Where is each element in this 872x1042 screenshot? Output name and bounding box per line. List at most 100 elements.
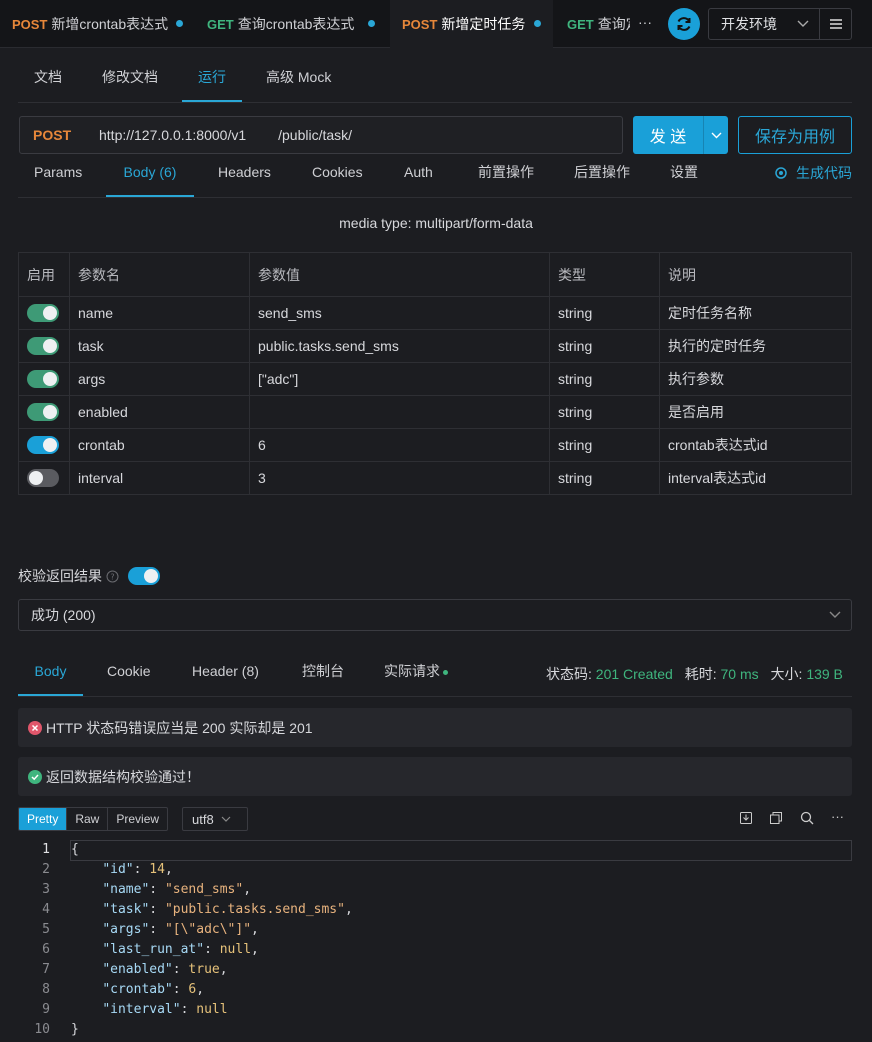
request-tab[interactable]: POST 新增crontab表达式 xyxy=(0,0,190,48)
validate-row: 校验返回结果 ? xyxy=(18,566,160,586)
param-name[interactable]: args xyxy=(69,362,250,396)
param-value[interactable]: send_sms xyxy=(249,296,550,330)
param-value[interactable]: public.tasks.send_sms xyxy=(249,329,550,363)
table-row: task public.tasks.send_sms string 执行的定时任… xyxy=(18,329,852,363)
view-raw-button[interactable]: Raw xyxy=(67,808,109,830)
enable-toggle[interactable] xyxy=(27,304,59,323)
tab-method: POST xyxy=(12,16,48,32)
time-label: 耗时: xyxy=(684,666,717,682)
request-tab-active[interactable]: POST 新增定时任务 xyxy=(390,0,553,48)
param-value[interactable]: 6 xyxy=(249,428,550,462)
param-desc[interactable]: 是否启用 xyxy=(659,395,852,429)
chevron-down-icon xyxy=(797,20,809,27)
response-tab-actual-request[interactable]: 实际请求 xyxy=(384,650,448,696)
enable-toggle[interactable] xyxy=(27,337,59,356)
svg-text:?: ? xyxy=(110,572,114,581)
enable-toggle[interactable] xyxy=(27,370,59,389)
param-name[interactable]: crontab xyxy=(69,428,250,462)
response-case-select[interactable]: 成功 (200) xyxy=(18,599,852,631)
request-tab[interactable]: GET 查询crontab表达式 xyxy=(195,0,387,48)
help-icon[interactable]: ? xyxy=(106,570,119,583)
validate-toggle[interactable] xyxy=(128,567,160,585)
sync-icon[interactable] xyxy=(668,8,700,40)
tab-params[interactable]: Params xyxy=(34,155,82,197)
chevron-down-icon xyxy=(221,816,231,822)
method-select[interactable]: POST xyxy=(33,127,99,143)
search-icon[interactable] xyxy=(800,811,814,825)
code-line: "name": "send_sms", xyxy=(102,882,252,897)
url-path-input[interactable]: /public/task/ xyxy=(278,127,352,143)
more-icon[interactable]: ··· xyxy=(831,809,844,824)
code-gear-icon xyxy=(775,167,787,179)
table-row: interval 3 string interval表达式id xyxy=(18,461,852,495)
subtab-edit-docs[interactable]: 修改文档 xyxy=(102,60,158,102)
tab-auth[interactable]: Auth xyxy=(404,155,433,197)
response-tab-body[interactable]: Body xyxy=(18,650,83,696)
param-name[interactable]: task xyxy=(69,329,250,363)
copy-icon[interactable] xyxy=(769,811,783,825)
param-value[interactable] xyxy=(249,395,550,429)
status-code: 201 Created xyxy=(595,666,673,682)
param-desc[interactable]: 执行的定时任务 xyxy=(659,329,852,363)
menu-icon[interactable] xyxy=(829,18,843,30)
subtab-mock[interactable]: 高级 Mock xyxy=(266,60,331,102)
request-tab-bar: POST 新增crontab表达式 GET 查询crontab表达式 POST … xyxy=(0,0,872,48)
param-desc[interactable]: 执行参数 xyxy=(659,362,852,396)
view-pretty-button[interactable]: Pretty xyxy=(19,808,68,830)
tab-method: POST xyxy=(402,16,438,32)
param-desc[interactable]: 定时任务名称 xyxy=(659,296,852,330)
param-value[interactable]: 3 xyxy=(249,461,550,495)
table-header-row: 启用 参数名 参数值 类型 说明 xyxy=(18,252,852,297)
tab-pre-ops[interactable]: 前置操作 xyxy=(478,155,534,197)
request-tab[interactable]: GET 查询定时任务 xyxy=(555,0,631,48)
param-type[interactable]: string xyxy=(549,461,660,495)
save-as-case-button[interactable]: 保存为用例 xyxy=(738,116,852,154)
param-desc[interactable]: interval表达式id xyxy=(659,461,852,495)
enable-toggle[interactable] xyxy=(27,436,59,455)
enable-toggle[interactable] xyxy=(27,469,59,488)
response-tab-console[interactable]: 控制台 xyxy=(302,650,344,696)
tab-method: GET xyxy=(207,16,234,32)
base-url: http://127.0.0.1:8000/v1 xyxy=(99,127,247,143)
response-tab-header-label: Header (8) xyxy=(192,663,259,679)
tab-more-icon[interactable]: ··· xyxy=(638,14,652,30)
view-preview-button[interactable]: Preview xyxy=(108,808,167,830)
tab-settings[interactable]: 设置 xyxy=(670,155,698,197)
tab-cookies[interactable]: Cookies xyxy=(312,155,363,197)
response-tab-header[interactable]: Header (8) xyxy=(192,650,259,696)
code-line: "interval": null xyxy=(102,1002,228,1017)
subtab-run[interactable]: 运行 xyxy=(182,60,242,102)
param-value[interactable]: ["adc"] xyxy=(249,362,550,396)
param-type[interactable]: string xyxy=(549,329,660,363)
tab-title: 新增crontab表达式 xyxy=(51,16,169,32)
generate-code-link[interactable]: 生成代码 xyxy=(774,163,852,183)
view-mode-switch: Pretty Raw Preview xyxy=(18,807,169,831)
param-name[interactable]: interval xyxy=(69,461,250,495)
chevron-down-icon[interactable] xyxy=(711,132,722,139)
tab-headers[interactable]: Headers xyxy=(218,155,271,197)
response-body-editor[interactable]: 1{ 2 "id": 14, 3 "name": "send_sms", 4 "… xyxy=(18,840,852,1042)
tab-post-ops[interactable]: 后置操作 xyxy=(574,155,630,197)
param-type[interactable]: string xyxy=(549,296,660,330)
divider xyxy=(18,197,852,198)
actual-request-label: 实际请求 xyxy=(384,663,440,679)
param-type[interactable]: string xyxy=(549,428,660,462)
current-line-highlight xyxy=(70,840,852,861)
encoding-select[interactable]: utf8 xyxy=(182,807,248,831)
code-line: "task": "public.tasks.send_sms", xyxy=(102,902,353,917)
url-bar[interactable]: POST http://127.0.0.1:8000/v1 /public/ta… xyxy=(19,116,623,154)
tab-body[interactable]: Body (6) xyxy=(106,155,194,197)
send-button[interactable]: 发 送 xyxy=(633,116,728,154)
param-desc[interactable]: crontab表达式id xyxy=(659,428,852,462)
enable-toggle[interactable] xyxy=(27,403,59,422)
download-icon[interactable] xyxy=(739,811,753,825)
environment-select[interactable]: 开发环境 xyxy=(708,8,852,40)
response-tab-cookie[interactable]: Cookie xyxy=(107,650,151,696)
param-name[interactable]: enabled xyxy=(69,395,250,429)
param-type[interactable]: string xyxy=(549,395,660,429)
param-name[interactable]: name xyxy=(69,296,250,330)
check-circle-icon xyxy=(28,769,42,784)
tab-title: 查询定时任务 xyxy=(597,16,630,32)
subtab-docs[interactable]: 文档 xyxy=(34,60,62,102)
param-type[interactable]: string xyxy=(549,362,660,396)
